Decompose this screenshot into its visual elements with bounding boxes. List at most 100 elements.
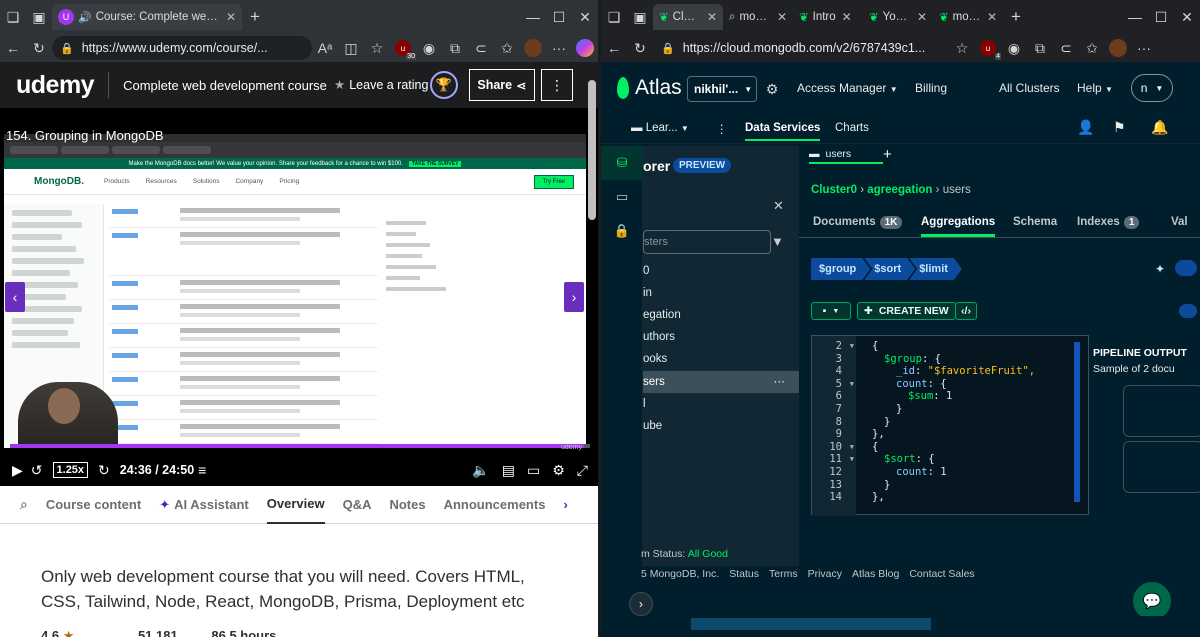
- previous-lecture-button[interactable]: ‹: [5, 282, 25, 312]
- cluster-search-input[interactable]: sters: [643, 230, 771, 254]
- footer-link-terms[interactable]: Terms: [769, 568, 798, 580]
- help-menu[interactable]: Help ▼: [1077, 81, 1113, 95]
- close-tab-icon[interactable]: ✕: [777, 10, 787, 24]
- learn-menu[interactable]: ▬ Lear... ▼: [631, 122, 689, 134]
- all-clusters-link[interactable]: All Clusters: [999, 81, 1060, 95]
- workspaces-icon[interactable]: ❏: [0, 5, 26, 29]
- tab-ai-assistant[interactable]: ✦ AI Assistant: [159, 486, 249, 524]
- workspaces-icon[interactable]: ❏: [601, 5, 627, 29]
- services-icon[interactable]: ▭: [601, 180, 643, 214]
- editor-scrollbar[interactable]: [1074, 342, 1080, 502]
- maximize-icon[interactable]: ☐: [546, 5, 572, 29]
- tab-course-content[interactable]: Course content: [46, 486, 141, 524]
- captions-icon[interactable]: ▭: [527, 462, 540, 479]
- explorer-item[interactable]: l: [643, 393, 799, 415]
- breadcrumb-cluster[interactable]: Cluster0: [811, 184, 857, 196]
- user-menu[interactable]: n ▼: [1131, 74, 1173, 102]
- stage-sort[interactable]: $sort: [864, 258, 915, 280]
- horizontal-scrollbar[interactable]: [601, 616, 1200, 637]
- audio-playing-icon[interactable]: 🔊: [78, 11, 92, 24]
- tab-search[interactable]: ⌕mongo ✕: [723, 4, 793, 30]
- status-value[interactable]: All Good: [688, 548, 728, 560]
- minimize-icon[interactable]: —: [520, 5, 546, 29]
- atlas-logo[interactable]: Atlas: [617, 76, 682, 100]
- create-new-button[interactable]: ✚ CREATE NEW: [857, 302, 956, 320]
- settings-icon[interactable]: ⚙: [552, 462, 565, 479]
- tab-indexes[interactable]: Indexes 1: [1077, 216, 1140, 229]
- explorer-item[interactable]: in: [643, 282, 799, 304]
- tab-cluster[interactable]: ❦Cluste ✕: [653, 4, 723, 30]
- explorer-item[interactable]: uthors: [643, 326, 799, 348]
- address-bar[interactable]: 🔒 https://www.udemy.com/course/...: [52, 36, 312, 60]
- pipeline-code-editor[interactable]: 2 ▼ {3 $group: {4 _id: "$favoriteFruit", 5 ▼ co…: [811, 335, 1089, 516]
- more-options-button[interactable]: ⋮: [541, 69, 573, 101]
- close-tab-icon[interactable]: ✕: [917, 10, 927, 24]
- tab-aggregations[interactable]: Aggregations: [921, 216, 996, 237]
- filter-funnel-icon[interactable]: ▼: [771, 234, 784, 249]
- chat-support-icon[interactable]: 💬: [1133, 582, 1171, 620]
- refresh-icon[interactable]: ↻: [26, 36, 52, 60]
- kebab-menu-icon[interactable]: ⋮: [716, 122, 728, 136]
- tab-groups-icon[interactable]: ⊂: [1053, 36, 1079, 60]
- tab-you[interactable]: ❦ You A ✕: [863, 4, 933, 30]
- playback-speed-button[interactable]: 1.25x: [52, 462, 89, 478]
- collections-icon[interactable]: ✩: [494, 36, 520, 60]
- page-scrollbar[interactable]: [588, 70, 596, 630]
- close-tab-icon[interactable]: ✕: [226, 10, 236, 24]
- profile-avatar[interactable]: [520, 36, 546, 60]
- stage-group[interactable]: $group: [811, 258, 870, 280]
- tab-qa[interactable]: Q&A: [343, 486, 372, 524]
- footer-link-status[interactable]: Status: [729, 568, 759, 580]
- collections-icon[interactable]: ✩: [1079, 36, 1105, 60]
- expand-sidebar-chevron-icon[interactable]: ›: [629, 592, 653, 616]
- tab-documents[interactable]: Documents 1K: [813, 216, 903, 229]
- extensions-puzzle-icon[interactable]: ⧉: [1027, 36, 1053, 60]
- forward-icon[interactable]: ↻: [98, 462, 110, 479]
- tab-actions-icon[interactable]: ▣: [627, 5, 653, 29]
- collection-tab[interactable]: ▬ users: [809, 146, 883, 164]
- fold-chevron-icon[interactable]: ▼: [850, 453, 854, 466]
- search-icon[interactable]: ⌕: [20, 486, 28, 524]
- tab-overview[interactable]: Overview: [266, 486, 325, 524]
- export-code-button[interactable]: ‹/›: [955, 302, 977, 320]
- new-tab-icon[interactable]: +: [1003, 5, 1029, 29]
- play-icon[interactable]: ▶: [12, 462, 23, 479]
- video-player[interactable]: Make the MongoDB docs better! We value y…: [0, 108, 598, 486]
- extension-icon[interactable]: ◉: [1001, 36, 1027, 60]
- udemy-logo[interactable]: udemy: [16, 71, 95, 100]
- project-selector[interactable]: nikhil'... ▼: [687, 76, 757, 102]
- security-lock-icon[interactable]: 🔒: [601, 214, 643, 248]
- explorer-item[interactable]: ube: [643, 415, 799, 437]
- minimize-icon[interactable]: —: [1122, 5, 1148, 29]
- fullscreen-icon[interactable]: ⤢: [577, 462, 588, 479]
- share-button[interactable]: Share ⋖: [469, 69, 535, 101]
- tab-mongo[interactable]: ❦ mong ✕: [933, 4, 1003, 30]
- add-note-icon[interactable]: ≡: [198, 462, 206, 478]
- ublock-icon[interactable]: u 30: [390, 36, 416, 60]
- read-aloud-icon[interactable]: Aᵃ: [312, 36, 338, 60]
- close-tab-icon[interactable]: ✕: [987, 10, 997, 24]
- ai-sparkle-icon[interactable]: ✦: [1155, 262, 1165, 276]
- extensions-puzzle-icon[interactable]: ⧉: [442, 36, 468, 60]
- project-settings-gear-icon[interactable]: ⚙: [761, 76, 783, 102]
- save-pipeline-button[interactable]: ▪ ▼: [811, 302, 851, 320]
- back-icon[interactable]: ←: [0, 36, 26, 60]
- footer-link-privacy[interactable]: Privacy: [808, 568, 842, 580]
- close-window-icon[interactable]: ✕: [1174, 5, 1200, 29]
- video-progress-bar[interactable]: [10, 444, 590, 448]
- toggle-switch[interactable]: [1175, 260, 1197, 276]
- explorer-item-selected[interactable]: sers ···: [643, 371, 799, 393]
- tabs-next-icon[interactable]: ›: [563, 486, 567, 524]
- footer-link-contact-sales[interactable]: Contact Sales: [909, 568, 974, 580]
- more-menu-icon[interactable]: ···: [1131, 36, 1157, 60]
- billing-link[interactable]: Billing: [915, 81, 947, 95]
- footer-link-atlas-blog[interactable]: Atlas Blog: [852, 568, 899, 580]
- tab-udemy-course[interactable]: U 🔊 Course: Complete web devel ✕: [52, 4, 242, 30]
- database-icon[interactable]: ⛁: [601, 146, 643, 180]
- collapse-close-icon[interactable]: ✕: [773, 198, 784, 214]
- add-tab-icon[interactable]: +: [883, 146, 892, 163]
- item-more-icon[interactable]: ···: [774, 376, 786, 388]
- next-lecture-button[interactable]: ›: [564, 282, 584, 312]
- tab-schema[interactable]: Schema: [1013, 216, 1057, 228]
- explorer-item[interactable]: ooks: [643, 348, 799, 370]
